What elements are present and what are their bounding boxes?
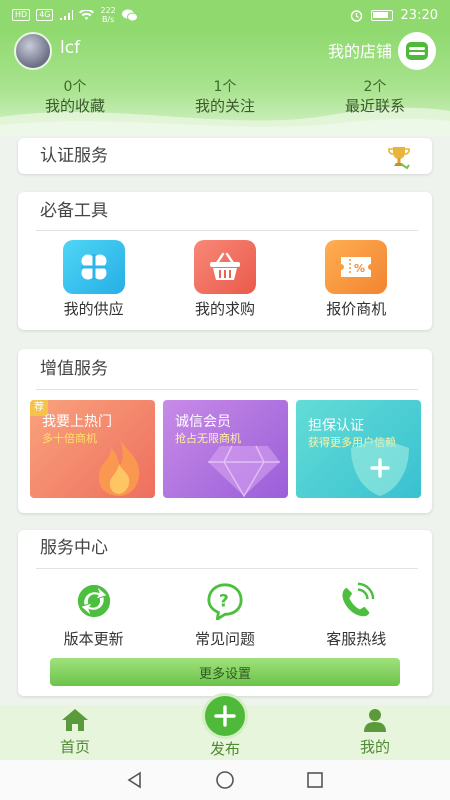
value-added-title: 增值服务 <box>40 359 108 379</box>
service-center-title: 服务中心 <box>40 538 108 558</box>
stat-favorites[interactable]: 0个 我的收藏 <box>0 78 150 116</box>
promo-title: 诚信会员 <box>175 414 231 430</box>
promo-guarantee-certification[interactable]: 担保认证 获得更多用户信赖 <box>296 400 421 498</box>
tool-label: 我的供应 <box>63 300 124 318</box>
tab-label: 首页 <box>59 738 90 756</box>
promo-row: 荐 我要上热门 多十倍商机 诚信会员 抢占无限商机 担保认证 获得更多用户信赖 <box>30 400 421 498</box>
svg-text:?: ? <box>219 592 229 612</box>
net-speed-unit: B/s <box>101 15 115 24</box>
avatar[interactable] <box>14 32 52 70</box>
status-right: 23:20 <box>350 8 438 23</box>
promo-go-hot[interactable]: 荐 我要上热门 多十倍商机 <box>30 400 155 498</box>
question-icon: ? <box>207 583 243 622</box>
plus-icon <box>202 693 248 739</box>
promo-title: 我要上热门 <box>42 414 112 430</box>
refresh-icon <box>77 584 110 618</box>
flame-icon <box>98 436 140 496</box>
stat-count: 1个 <box>213 79 237 95</box>
tool-my-purchase[interactable]: 我的求购 <box>170 240 280 319</box>
divider <box>36 230 418 231</box>
ticket-icon: % <box>325 240 388 294</box>
signal-icon <box>60 9 74 20</box>
tab-label: 发布 <box>209 740 240 758</box>
tool-my-supply[interactable]: 我的供应 <box>39 240 149 319</box>
stats-row: 0个 我的收藏 1个 我的关注 2个 最近联系 <box>0 78 450 116</box>
promo-integrity-member[interactable]: 诚信会员 抢占无限商机 <box>163 400 288 498</box>
tab-home[interactable]: 首页 <box>35 705 115 757</box>
value-added-card: 增值服务 荐 我要上热门 多十倍商机 诚信会员 抢占无限商机 担保认证 获得更多… <box>18 349 432 513</box>
my-shop-link[interactable]: 我的店铺 <box>328 38 392 62</box>
divider <box>36 389 418 390</box>
wechat-icon <box>121 8 138 21</box>
service-faq[interactable]: ? 常见问题 <box>170 582 280 649</box>
user-icon <box>364 709 386 732</box>
battery-icon <box>370 9 393 21</box>
tab-mine[interactable]: 我的 <box>335 705 415 757</box>
divider <box>36 568 418 569</box>
net-speed: 222 B/s <box>100 6 115 24</box>
service-row: 版本更新 ? 常见问题 客服热线 <box>18 582 432 649</box>
hd-indicator: HD <box>12 9 31 21</box>
alarm-icon <box>350 9 362 22</box>
certification-title: 认证服务 <box>40 146 108 166</box>
service-label: 客服热线 <box>326 630 387 648</box>
home-icon <box>62 709 88 731</box>
wifi-icon <box>79 9 95 20</box>
recents-icon[interactable] <box>305 770 325 790</box>
essential-tools-title: 必备工具 <box>40 201 108 221</box>
svg-text:%: % <box>354 262 365 275</box>
promo-title: 担保认证 <box>308 418 364 434</box>
service-label: 常见问题 <box>194 630 255 648</box>
home-circle-icon[interactable] <box>215 770 235 790</box>
stat-label: 最近联系 <box>344 97 405 115</box>
tab-post[interactable]: 发布 <box>185 693 265 759</box>
tools-row: 我的供应 我的求购 % 报价商机 <box>18 240 432 319</box>
tool-label: 报价商机 <box>326 300 387 318</box>
system-nav-bar <box>0 760 450 800</box>
network-type-indicator: 4G <box>36 9 54 21</box>
bottom-tab-bar: 首页 发布 我的 <box>0 693 450 760</box>
service-hotline[interactable]: 客服热线 <box>301 582 411 649</box>
stat-label: 我的收藏 <box>44 97 105 115</box>
stat-recent-contacts[interactable]: 2个 最近联系 <box>300 78 450 116</box>
tab-label: 我的 <box>359 738 390 756</box>
service-center-card: 服务中心 版本更新 ? 常见问题 客服热线 更多设置 <box>18 530 432 696</box>
recommend-badge: 荐 <box>30 400 48 416</box>
essential-tools-card: 必备工具 我的供应 我的求购 % 报价商机 <box>18 192 432 330</box>
tool-quote-opportunity[interactable]: % 报价商机 <box>301 240 411 319</box>
status-bar: HD 4G 222 B/s 23:20 <box>0 0 450 30</box>
tool-label: 我的求购 <box>194 300 255 318</box>
net-speed-value: 222 <box>100 6 116 15</box>
clover-icon <box>62 240 125 294</box>
shop-icon[interactable] <box>398 32 436 70</box>
stat-count: 0个 <box>63 79 87 95</box>
stat-count: 2个 <box>363 79 387 95</box>
diamond-icon <box>208 445 280 498</box>
trophy-icon <box>388 147 410 170</box>
username[interactable]: lcf <box>60 38 80 58</box>
back-icon[interactable] <box>125 770 145 790</box>
clock: 23:20 <box>400 7 438 23</box>
stat-following[interactable]: 1个 我的关注 <box>150 78 300 116</box>
profile-header: lcf 我的店铺 0个 我的收藏 1个 我的关注 2个 最近联系 <box>0 30 450 135</box>
certification-card[interactable]: 认证服务 <box>18 138 432 174</box>
shield-icon <box>351 438 409 496</box>
service-label: 版本更新 <box>63 630 124 648</box>
basket-icon <box>193 240 256 294</box>
more-settings-button[interactable]: 更多设置 <box>50 658 400 686</box>
status-left: HD 4G 222 B/s <box>12 6 138 24</box>
phone-icon <box>342 582 375 617</box>
service-version-update[interactable]: 版本更新 <box>39 582 149 649</box>
stat-label: 我的关注 <box>194 97 255 115</box>
